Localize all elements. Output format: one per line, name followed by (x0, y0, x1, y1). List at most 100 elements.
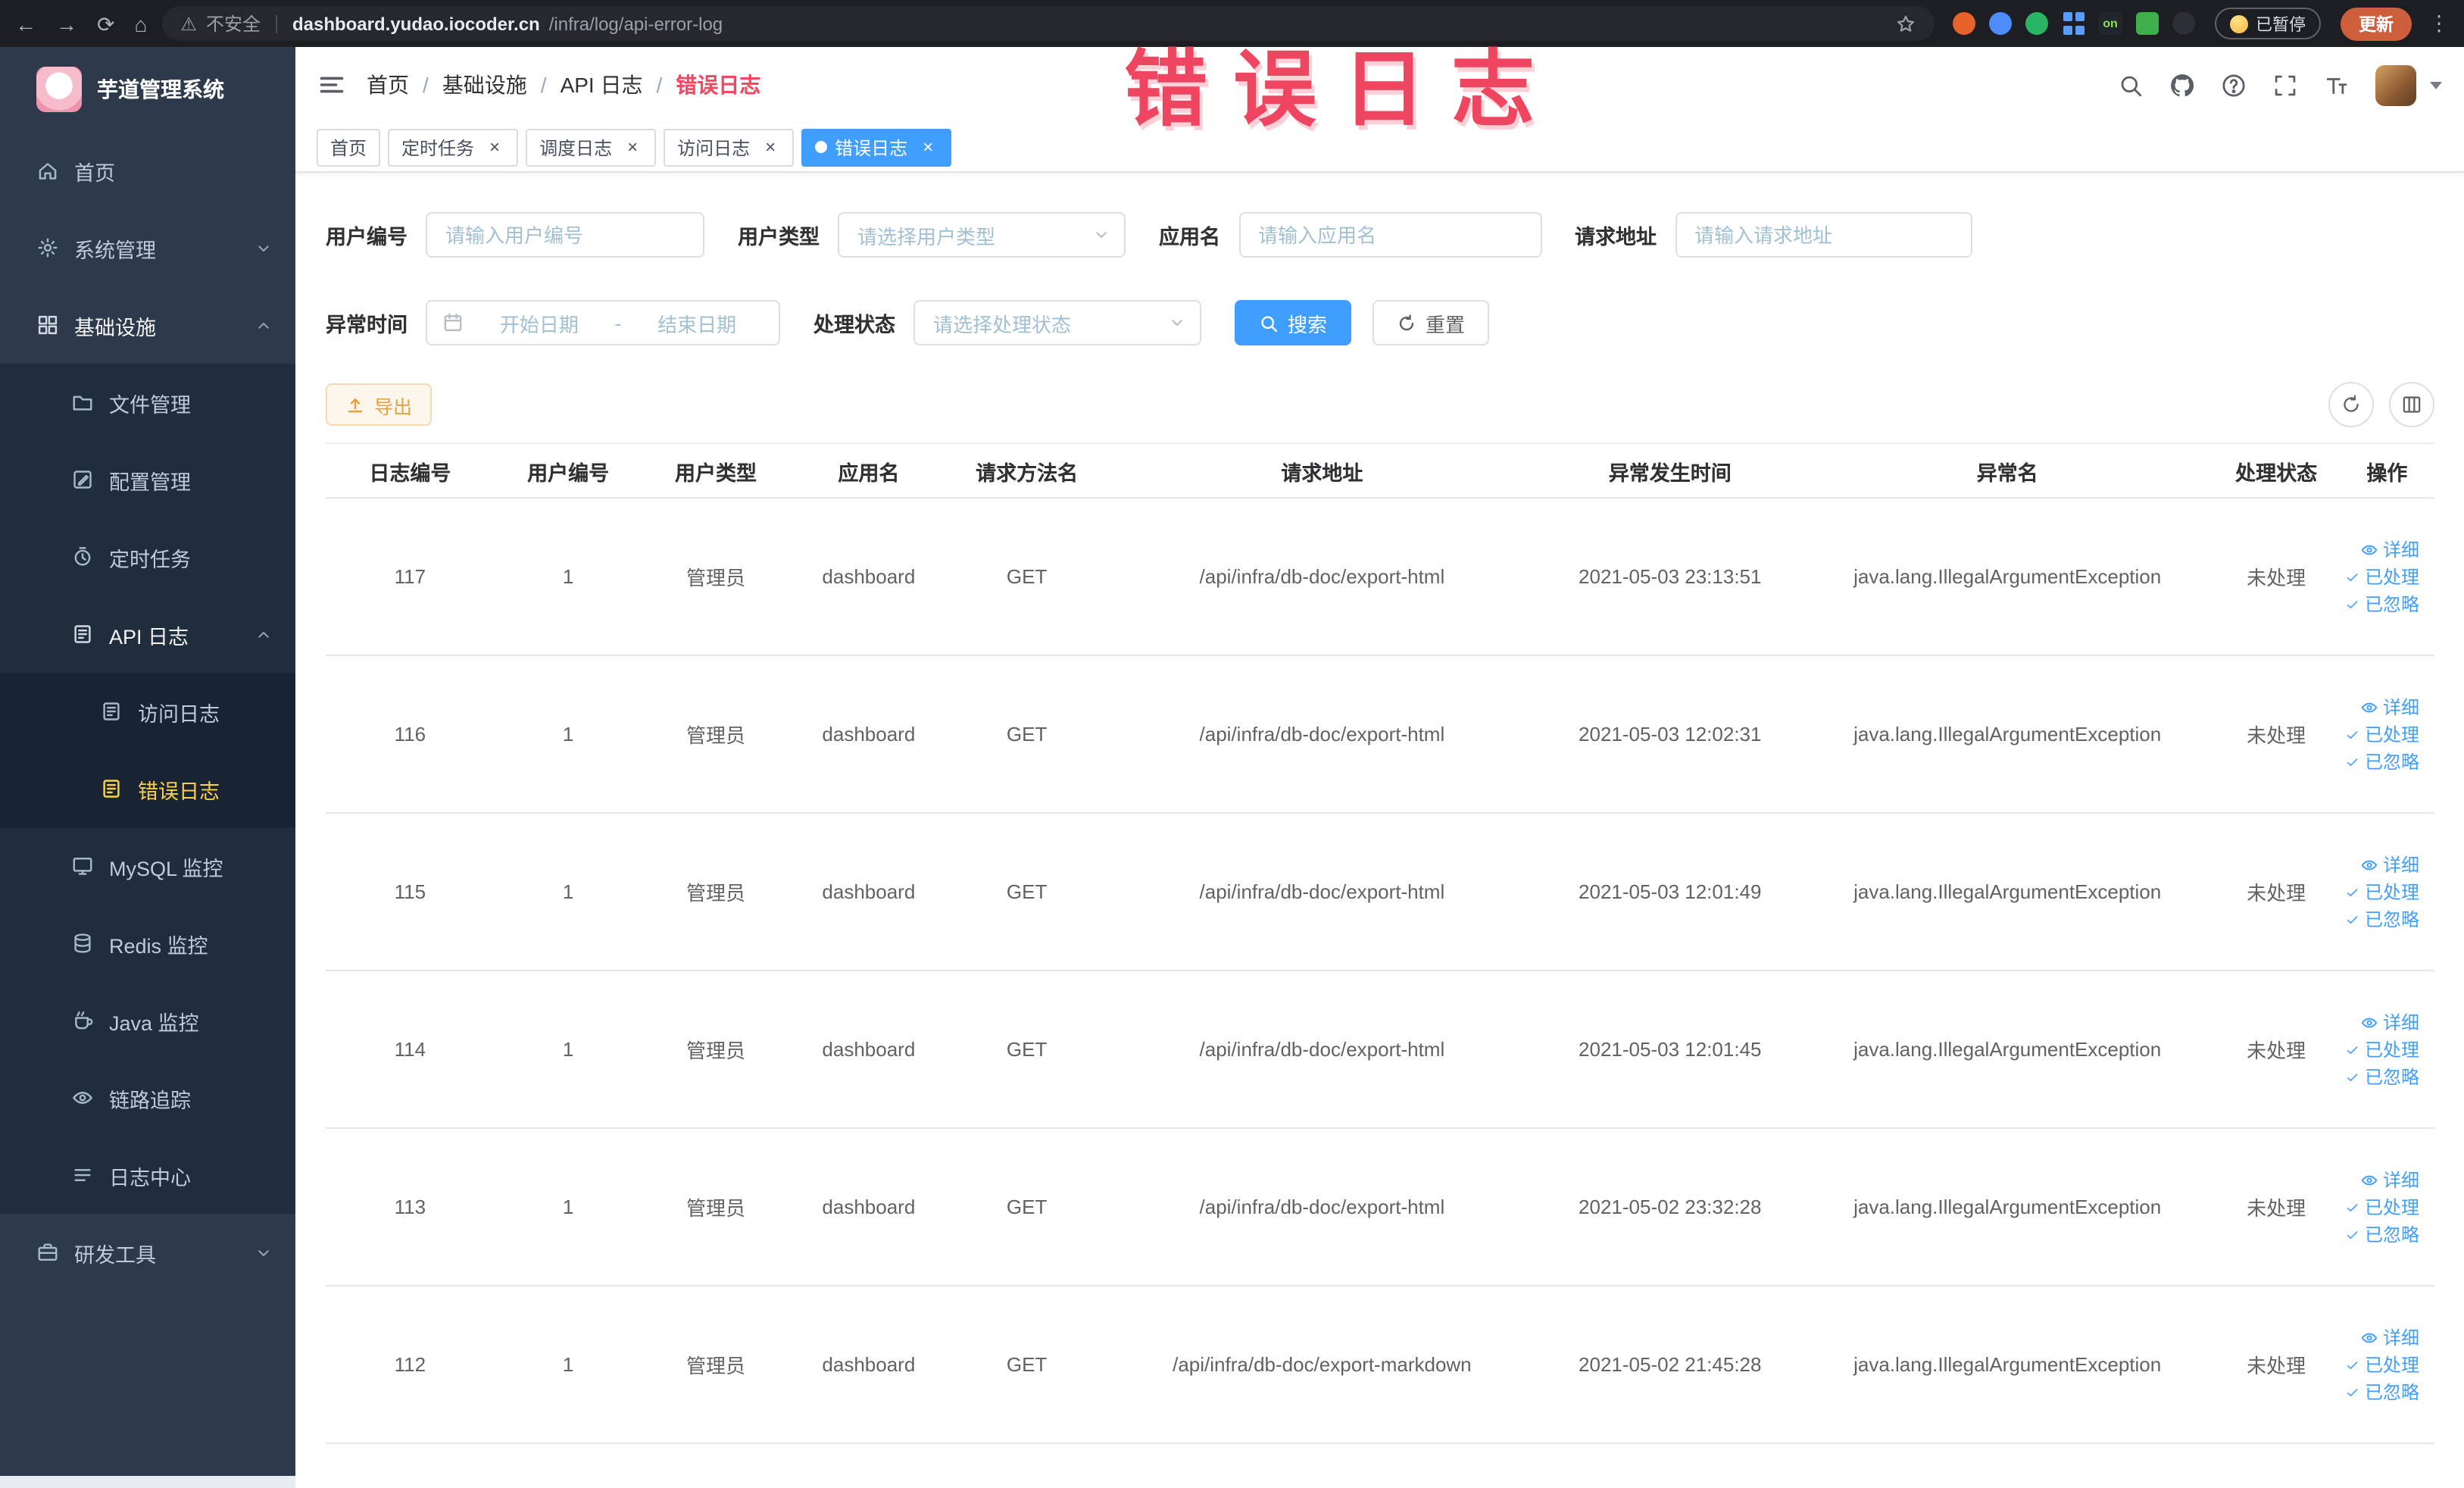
sidebar-scrollbar[interactable] (0, 1476, 295, 1488)
sidebar-item-access-log[interactable]: 访问日志 (0, 673, 295, 750)
green-ext-icon[interactable] (2025, 12, 2048, 35)
sidebar-item-infrastructure[interactable]: 基础设施 (0, 286, 295, 364)
app-name-input[interactable] (1238, 212, 1541, 258)
reload-icon[interactable]: ⟳ (97, 13, 114, 34)
action-detail[interactable]: 详细 (2346, 1324, 2419, 1351)
action-detail[interactable]: 详细 (2346, 1166, 2419, 1193)
browser-menu-icon[interactable]: ⋮ (2428, 11, 2450, 36)
sidebar-item-file-mgmt[interactable]: 文件管理 (0, 364, 295, 441)
orange-ext-icon[interactable] (1953, 12, 1975, 35)
user-id-input[interactable] (426, 212, 704, 258)
tab-access-log[interactable]: 访问日志 × (664, 128, 795, 166)
home-icon[interactable]: ⌂ (134, 13, 147, 34)
action-processed[interactable]: 已处理 (2346, 1193, 2419, 1221)
update-button[interactable]: 更新 (2341, 7, 2412, 40)
exception-time-range-picker[interactable]: 开始日期 - 结束日期 (426, 300, 780, 345)
sidebar-item-link-tracing[interactable]: 链路追踪 (0, 1059, 295, 1136)
request-url-input[interactable] (1675, 212, 1972, 258)
sidebar-item-config-mgmt[interactable]: 配置管理 (0, 441, 295, 518)
tab-schedule-log[interactable]: 调度日志 × (526, 128, 657, 166)
sidebar-item-java-monitor[interactable]: Java 监控 (0, 982, 295, 1059)
action-detail[interactable]: 详细 (2346, 693, 2419, 721)
export-button[interactable]: 导出 (326, 383, 433, 426)
breadcrumb-item[interactable]: API 日志 (561, 70, 643, 100)
action-ignored[interactable]: 已忽略 (2346, 1378, 2419, 1405)
close-icon[interactable]: × (760, 137, 780, 157)
help-icon[interactable] (2221, 72, 2247, 98)
leaf-ext-icon[interactable] (2136, 12, 2159, 35)
sidebar-item-api-logs[interactable]: API 日志 (0, 596, 295, 673)
action-ignored[interactable]: 已忽略 (2346, 1063, 2419, 1090)
column-header: 异常发生时间 (1538, 442, 1802, 499)
action-detail[interactable]: 详细 (2346, 536, 2419, 563)
action-processed[interactable]: 已处理 (2346, 1351, 2419, 1378)
columns-button[interactable] (2389, 382, 2434, 427)
grid-ext-icon[interactable] (2062, 12, 2085, 35)
search-button[interactable]: 搜索 (1235, 300, 1352, 345)
tab-scheduled-tasks[interactable]: 定时任务 × (388, 128, 519, 166)
cell-status: 未处理 (2213, 498, 2340, 656)
refresh-button[interactable] (2328, 382, 2374, 427)
action-processed[interactable]: 已处理 (2346, 1036, 2419, 1063)
sidebar-item-label: 链路追踪 (109, 1089, 191, 1111)
sidebar-item-label: 配置管理 (109, 470, 191, 493)
action-processed[interactable]: 已处理 (2346, 563, 2419, 590)
caret-down-icon[interactable] (2430, 81, 2442, 89)
column-header: 请求地址 (1106, 442, 1538, 499)
action-ignored[interactable]: 已忽略 (2346, 590, 2419, 617)
doc-edit-icon (100, 700, 123, 723)
github-icon[interactable] (2169, 72, 2195, 98)
table-header-row: 日志编号 用户编号 用户类型 应用名 请求方法名 请求地址 异常发生时间 异常名 处理状态 操作 (326, 442, 2434, 499)
sidebar-item-label: 访问日志 (138, 702, 220, 725)
sidebar-item-scheduled-tasks[interactable]: 定时任务 (0, 518, 295, 596)
sidebar-item-home[interactable]: 首页 (0, 132, 295, 209)
dark-ext-icon[interactable] (2172, 12, 2195, 35)
sidebar-item-label: API 日志 (109, 625, 189, 648)
fullscreen-icon[interactable] (2272, 72, 2298, 98)
user-type-select[interactable]: 请选择用户类型 (838, 212, 1126, 258)
action-processed[interactable]: 已处理 (2346, 721, 2419, 748)
paused-badge[interactable]: 已暂停 (2215, 8, 2321, 39)
back-icon[interactable]: ← (15, 13, 36, 34)
search-icon (1259, 313, 1279, 333)
grid-icon (36, 314, 59, 336)
blue-ext-icon[interactable] (1989, 12, 2012, 35)
reset-button[interactable]: 重置 (1373, 300, 1490, 345)
avatar[interactable] (2375, 64, 2416, 105)
close-icon[interactable]: × (485, 137, 504, 157)
sidebar-item-error-log[interactable]: 错误日志 (0, 750, 295, 827)
close-icon[interactable]: × (918, 137, 938, 157)
sidebar-item-system-mgmt[interactable]: 系统管理 (0, 209, 295, 286)
cell-exception: java.lang.IllegalArgumentException (1801, 655, 2213, 814)
tab-error-log[interactable]: 错误日志 × (801, 128, 952, 166)
cell-user_type: 管理员 (642, 971, 790, 1129)
sidebar-item-mysql-monitor[interactable]: MySQL 监控 (0, 827, 295, 905)
bookmark-star-icon[interactable] (1895, 13, 1916, 34)
action-ignored[interactable]: 已忽略 (2346, 748, 2419, 775)
cell-url: /api/infra/db-doc/export-html (1106, 498, 1538, 656)
hamburger-icon[interactable] (318, 71, 345, 98)
forward-icon[interactable]: → (56, 13, 77, 34)
process-status-select[interactable]: 请选择处理状态 (913, 300, 1201, 345)
action-ignored[interactable]: 已忽略 (2346, 905, 2419, 933)
breadcrumb-item[interactable]: 首页 (367, 70, 409, 100)
sidebar-item-redis-monitor[interactable]: Redis 监控 (0, 905, 295, 982)
tab-home[interactable]: 首页 (317, 128, 381, 166)
address-bar[interactable]: ⚠ 不安全 dashboard.yudao.iocoder.cn /infra/… (162, 6, 1935, 41)
cell-app: dashboard (789, 498, 948, 656)
action-ignored[interactable]: 已忽略 (2346, 1221, 2419, 1248)
action-processed[interactable]: 已处理 (2346, 878, 2419, 905)
cell-actions: 详细 已处理 已忽略 (2339, 971, 2434, 1129)
sidebar-item-log-center[interactable]: 日志中心 (0, 1136, 295, 1214)
cell-url: /api/infra/db-doc/export-html (1106, 655, 1538, 814)
sidebar-item-dev-tools[interactable]: 研发工具 (0, 1214, 295, 1291)
action-detail[interactable]: 详细 (2346, 851, 2419, 878)
on-ext-icon[interactable]: on (2098, 12, 2122, 35)
font-size-icon[interactable] (2324, 72, 2350, 98)
app-logo[interactable]: 芋道管理系统 (0, 47, 295, 132)
close-icon[interactable]: × (623, 137, 642, 157)
page-content: 用户编号 用户类型 请选择用户类型 应用名 (295, 173, 2464, 1488)
action-detail[interactable]: 详细 (2346, 1008, 2419, 1036)
breadcrumb-item[interactable]: 基础设施 (442, 70, 527, 100)
search-icon[interactable] (2118, 72, 2144, 98)
